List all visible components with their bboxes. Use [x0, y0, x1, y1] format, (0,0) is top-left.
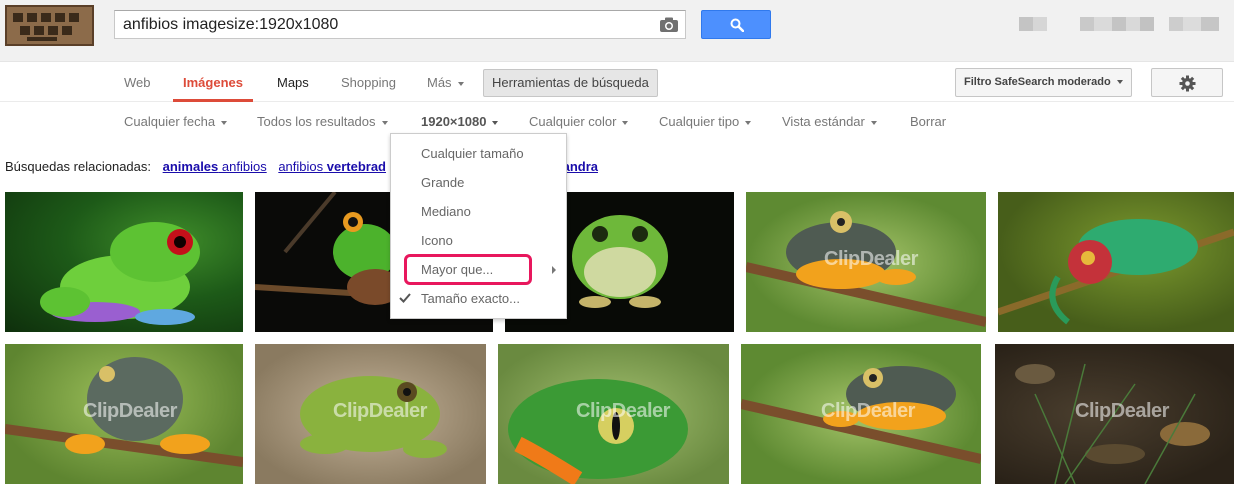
chevron-down-icon: [870, 120, 877, 125]
safesearch-button[interactable]: Filtro SafeSearch moderado: [955, 68, 1132, 97]
search-nav: Web Imágenes Maps Shopping Más Herramien…: [0, 63, 1234, 102]
apps-blurred[interactable]: [1112, 17, 1126, 31]
filter-results-label: Todos los resultados: [257, 114, 376, 129]
account-info-blurred: [1033, 17, 1047, 31]
filter-view-label: Vista estándar: [782, 114, 865, 129]
related-link-bold: vertebrad: [323, 159, 387, 174]
frog-photo: [40, 222, 200, 325]
search-icon: [730, 18, 744, 32]
camera-icon[interactable]: [659, 16, 679, 33]
tab-shopping[interactable]: Shopping: [341, 75, 396, 90]
filter-clear[interactable]: Borrar: [910, 114, 946, 129]
gear-icon: [1179, 75, 1196, 92]
filter-view[interactable]: Vista estándar: [782, 114, 877, 129]
image-result[interactable]: ClipDealer: [746, 192, 986, 332]
search-tools-button[interactable]: Herramientas de búsqueda: [483, 69, 658, 97]
filter-date-label: Cualquier fecha: [124, 114, 216, 129]
image-result[interactable]: ClipDealer: [995, 344, 1234, 484]
chevron-down-icon: [457, 81, 464, 86]
size-option-exact-label: Tamaño exacto...: [421, 291, 520, 306]
chameleon-photo: [998, 219, 1234, 325]
filter-color[interactable]: Cualquier color: [529, 114, 629, 129]
search-tools-filters: Cualquier fecha Todos los resultados 192…: [0, 103, 1234, 139]
chevron-right-icon: [552, 266, 556, 274]
chevron-down-icon: [221, 120, 228, 125]
size-dropdown-menu: Cualquier tamaño Grande Mediano Icono Ma…: [390, 133, 567, 319]
image-result[interactable]: ClipDealer: [255, 344, 486, 484]
annotation-highlight-box: [404, 254, 532, 285]
related-link-pre: anfibios: [278, 159, 324, 174]
watermark: ClipDealer: [824, 248, 918, 270]
profile-blurred[interactable]: [1183, 17, 1201, 31]
size-option-any[interactable]: Cualquier tamaño: [391, 139, 566, 168]
checkmark-icon: [399, 293, 411, 303]
filter-date[interactable]: Cualquier fecha: [124, 114, 228, 129]
filter-type[interactable]: Cualquier tipo: [659, 114, 752, 129]
header: [0, 0, 1234, 62]
image-result[interactable]: [5, 192, 243, 332]
search-box: [114, 10, 686, 39]
chevron-down-icon: [745, 120, 752, 125]
filter-type-label: Cualquier tipo: [659, 114, 740, 129]
search-input[interactable]: [123, 14, 653, 36]
filter-results[interactable]: Todos los resultados: [257, 114, 388, 129]
size-option-medium[interactable]: Mediano: [391, 197, 566, 226]
active-tab-indicator: [173, 99, 253, 102]
filter-size[interactable]: 1920×1080: [421, 114, 499, 129]
size-option-icon[interactable]: Icono: [391, 226, 566, 255]
chevron-down-icon: [492, 120, 499, 125]
filter-size-label: 1920×1080: [421, 114, 487, 129]
image-result[interactable]: [998, 192, 1234, 332]
watermark: ClipDealer: [576, 400, 670, 422]
apps-blurred[interactable]: [1126, 17, 1140, 31]
related-link[interactable]: animales anfibios: [163, 159, 267, 174]
tab-web[interactable]: Web: [124, 75, 151, 90]
size-option-exact[interactable]: Tamaño exacto...: [391, 284, 566, 313]
image-result[interactable]: ClipDealer: [498, 344, 729, 484]
google-doodle-logo[interactable]: [5, 5, 94, 46]
tab-maps[interactable]: Maps: [277, 75, 309, 90]
tab-more[interactable]: Más: [427, 75, 464, 90]
related-link[interactable]: anfibios vertebrad: [278, 159, 386, 174]
watermark: ClipDealer: [821, 400, 915, 422]
chevron-down-icon: [1116, 80, 1123, 85]
search-button[interactable]: [701, 10, 771, 39]
watermark: ClipDealer: [333, 400, 427, 422]
profile-blurred[interactable]: [1201, 17, 1219, 31]
tab-images[interactable]: Imágenes: [183, 75, 243, 90]
account-info-blurred: [1019, 17, 1033, 31]
settings-button[interactable]: [1151, 68, 1223, 97]
size-option-large[interactable]: Grande: [391, 168, 566, 197]
profile-blurred[interactable]: [1169, 17, 1183, 31]
apps-blurred[interactable]: [1094, 17, 1112, 31]
related-searches-label: Búsquedas relacionadas:: [5, 159, 151, 174]
image-result[interactable]: ClipDealer: [741, 344, 981, 484]
related-link-rest: anfibios: [218, 159, 267, 174]
tab-more-label: Más: [427, 75, 452, 90]
filter-color-label: Cualquier color: [529, 114, 617, 129]
watermark: ClipDealer: [1075, 400, 1169, 422]
watermark: ClipDealer: [83, 400, 177, 422]
apps-blurred[interactable]: [1080, 17, 1094, 31]
image-result[interactable]: ClipDealer: [5, 344, 243, 484]
chevron-down-icon: [622, 120, 629, 125]
related-link-bold: animales: [162, 159, 219, 174]
apps-blurred[interactable]: [1140, 17, 1154, 31]
safesearch-label: Filtro SafeSearch moderado: [964, 76, 1111, 88]
chevron-down-icon: [381, 120, 388, 125]
